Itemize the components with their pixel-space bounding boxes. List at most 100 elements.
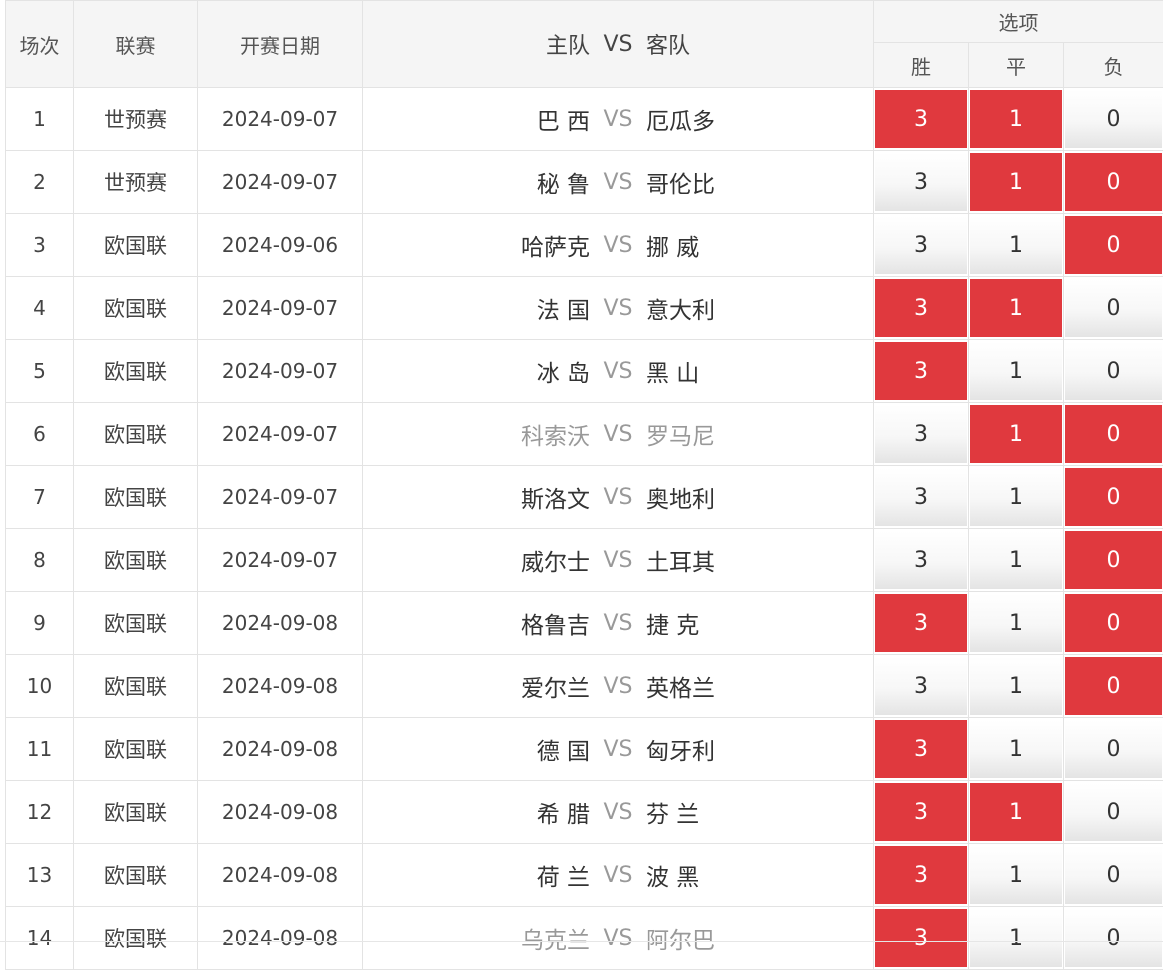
match-index: 3: [6, 214, 74, 277]
match-league: 欧国联: [74, 592, 198, 655]
away-team: 厄瓜多: [646, 102, 873, 136]
option-draw-button[interactable]: 1: [970, 720, 1062, 778]
header-option-draw: 平: [969, 43, 1064, 88]
vs-label: VS: [590, 737, 646, 762]
home-team: 哈萨克: [363, 228, 590, 262]
match-date: 2024-09-07: [198, 340, 363, 403]
home-team: 秘 鲁: [363, 165, 590, 199]
match-teams: 荷 兰VS波 黑: [363, 844, 874, 907]
option-draw-button[interactable]: 1: [970, 657, 1062, 715]
option-win-button[interactable]: 3: [875, 783, 967, 841]
table-row: 10欧国联2024-09-08爱尔兰VS英格兰310: [6, 655, 1163, 718]
table-row: 3欧国联2024-09-06哈萨克VS挪 威310: [6, 214, 1163, 277]
option-draw-button[interactable]: 1: [970, 846, 1062, 904]
match-league: 欧国联: [74, 214, 198, 277]
option-win-button[interactable]: 3: [875, 594, 967, 652]
table-row: 1世预赛2024-09-07巴 西VS厄瓜多310: [6, 88, 1163, 151]
option-win-button[interactable]: 3: [875, 216, 967, 274]
match-index: 5: [6, 340, 74, 403]
match-teams: 科索沃VS罗马尼: [363, 403, 874, 466]
header-index: 场次: [6, 1, 74, 88]
option-win-cell: 3: [874, 844, 969, 907]
option-loss-button[interactable]: 0: [1065, 720, 1162, 778]
option-win-button[interactable]: 3: [875, 90, 967, 148]
option-loss-button[interactable]: 0: [1065, 342, 1162, 400]
home-team: 斯洛文: [363, 480, 590, 514]
option-loss-button[interactable]: 0: [1065, 783, 1162, 841]
away-team: 土耳其: [646, 543, 873, 577]
match-league: 欧国联: [74, 907, 198, 970]
option-win-button[interactable]: 3: [875, 909, 967, 967]
option-win-cell: 3: [874, 277, 969, 340]
table-row: 9欧国联2024-09-08格鲁吉VS捷 克310: [6, 592, 1163, 655]
option-draw-button[interactable]: 1: [970, 405, 1062, 463]
option-draw-button[interactable]: 1: [970, 783, 1062, 841]
table-row: 13欧国联2024-09-08荷 兰VS波 黑310: [6, 844, 1163, 907]
option-loss-button[interactable]: 0: [1065, 90, 1162, 148]
option-loss-button[interactable]: 0: [1065, 846, 1162, 904]
match-index: 9: [6, 592, 74, 655]
option-draw-cell: 1: [969, 907, 1064, 970]
option-win-button[interactable]: 3: [875, 405, 967, 463]
option-loss-button[interactable]: 0: [1065, 594, 1162, 652]
option-win-cell: 3: [874, 781, 969, 844]
match-league: 世预赛: [74, 151, 198, 214]
header-away: 客队: [646, 28, 873, 60]
option-draw-button[interactable]: 1: [970, 531, 1062, 589]
home-team: 威尔士: [363, 543, 590, 577]
option-win-button[interactable]: 3: [875, 468, 967, 526]
option-draw-button[interactable]: 1: [970, 909, 1062, 967]
match-teams-wrap: 秘 鲁VS哥伦比: [363, 151, 873, 213]
away-team: 波 黑: [646, 858, 873, 892]
away-team: 芬 兰: [646, 795, 873, 829]
home-team: 希 腊: [363, 795, 590, 829]
bottom-divider: [0, 941, 1163, 942]
table-header: 场次 联赛 开赛日期 主队 VS 客队 选项 胜 平 负: [6, 1, 1163, 88]
vs-label: VS: [590, 548, 646, 573]
match-teams: 德 国VS匈牙利: [363, 718, 874, 781]
option-draw-button[interactable]: 1: [970, 594, 1062, 652]
match-date: 2024-09-07: [198, 151, 363, 214]
option-draw-cell: 1: [969, 592, 1064, 655]
match-teams-wrap: 巴 西VS厄瓜多: [363, 88, 873, 150]
header-options: 选项: [874, 1, 1163, 43]
option-win-button[interactable]: 3: [875, 720, 967, 778]
option-loss-button[interactable]: 0: [1065, 468, 1162, 526]
option-draw-button[interactable]: 1: [970, 342, 1062, 400]
option-loss-button[interactable]: 0: [1065, 531, 1162, 589]
option-loss-cell: 0: [1064, 277, 1163, 340]
match-league: 欧国联: [74, 844, 198, 907]
match-teams-wrap: 法 国VS意大利: [363, 277, 873, 339]
header-league: 联赛: [74, 1, 198, 88]
option-loss-button[interactable]: 0: [1065, 153, 1162, 211]
match-teams-wrap: 爱尔兰VS英格兰: [363, 655, 873, 717]
option-draw-button[interactable]: 1: [970, 468, 1062, 526]
match-teams-wrap: 威尔士VS土耳其: [363, 529, 873, 591]
option-loss-button[interactable]: 0: [1065, 279, 1162, 337]
option-win-button[interactable]: 3: [875, 657, 967, 715]
match-league: 欧国联: [74, 340, 198, 403]
option-loss-cell: 0: [1064, 718, 1163, 781]
option-loss-button[interactable]: 0: [1065, 405, 1162, 463]
option-draw-cell: 1: [969, 214, 1064, 277]
option-win-button[interactable]: 3: [875, 531, 967, 589]
option-draw-button[interactable]: 1: [970, 279, 1062, 337]
table-row: 7欧国联2024-09-07斯洛文VS奥地利310: [6, 466, 1163, 529]
option-win-button[interactable]: 3: [875, 279, 967, 337]
header-matchup: 主队 VS 客队: [363, 1, 874, 88]
match-index: 4: [6, 277, 74, 340]
option-loss-button[interactable]: 0: [1065, 216, 1162, 274]
option-win-button[interactable]: 3: [875, 342, 967, 400]
option-loss-button[interactable]: 0: [1065, 657, 1162, 715]
option-win-button[interactable]: 3: [875, 153, 967, 211]
option-loss-cell: 0: [1064, 151, 1163, 214]
match-league: 欧国联: [74, 403, 198, 466]
option-draw-button[interactable]: 1: [970, 216, 1062, 274]
option-draw-button[interactable]: 1: [970, 90, 1062, 148]
table-row: 11欧国联2024-09-08德 国VS匈牙利310: [6, 718, 1163, 781]
option-loss-button[interactable]: 0: [1065, 909, 1162, 967]
home-team: 冰 岛: [363, 354, 590, 388]
option-win-button[interactable]: 3: [875, 846, 967, 904]
option-draw-button[interactable]: 1: [970, 153, 1062, 211]
away-team: 匈牙利: [646, 732, 873, 766]
